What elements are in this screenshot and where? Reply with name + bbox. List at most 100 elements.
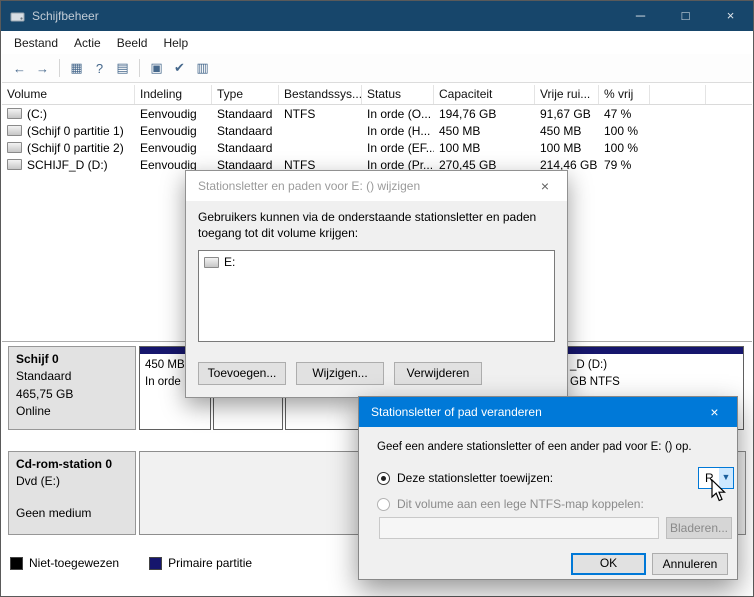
column-header-status[interactable]: Status xyxy=(362,85,434,104)
volume-table: Volume Indeling Type Bestandssys... Stat… xyxy=(2,85,752,173)
radio-assign-label: Deze stationsletter toewijzen: xyxy=(397,471,554,485)
column-header-pct-vrij[interactable]: % vrij xyxy=(599,85,650,104)
cell-pct: 100 % xyxy=(604,123,639,138)
column-header-capaciteit[interactable]: Capaciteit xyxy=(434,85,535,104)
close-icon[interactable]: × xyxy=(523,171,567,201)
mount-path-input[interactable] xyxy=(379,517,659,539)
add-button[interactable]: Toevoegen... xyxy=(198,362,286,386)
disk-status: Online xyxy=(16,404,51,419)
disk0-label-panel[interactable]: Schijf 0 Standaard 465,75 GB Online xyxy=(8,346,136,430)
cdrom-status: Geen medium xyxy=(16,505,92,520)
drive-paths-dialog: Stationsletter en paden voor E: () wijzi… xyxy=(185,170,568,398)
column-header-bestandssysteem[interactable]: Bestandssys... xyxy=(279,85,362,104)
disk-kind: Standaard xyxy=(16,369,72,384)
minimize-button[interactable]: ─ xyxy=(618,1,663,31)
disk-name: Schijf 0 xyxy=(16,352,59,366)
menu-actie[interactable]: Actie xyxy=(66,33,109,53)
cell-vrij: 450 MB xyxy=(540,123,582,138)
column-header-volume[interactable]: Volume xyxy=(2,85,135,104)
ok-button[interactable]: OK xyxy=(571,553,646,575)
menu-bestand[interactable]: Bestand xyxy=(6,33,66,53)
remove-button[interactable]: Verwijderen xyxy=(394,362,482,386)
forward-icon[interactable]: → xyxy=(31,57,54,79)
assign-letter-option[interactable]: Deze stationsletter toewijzen: xyxy=(377,471,553,485)
list-view-icon[interactable]: ▤ xyxy=(111,57,134,79)
cell-type: Standaard xyxy=(217,106,273,121)
radio-assign-letter[interactable] xyxy=(377,471,390,485)
unallocated-swatch-icon xyxy=(10,556,23,570)
drive-icon xyxy=(204,256,219,268)
dialog-description: Geef een andere stationsletter of een an… xyxy=(377,441,692,453)
column-header-filler xyxy=(706,85,752,104)
table-row[interactable]: (C:) Eenvoudig Standaard NTFS In orde (O… xyxy=(2,105,752,122)
legend-unallocated: Niet-toegewezen xyxy=(10,556,119,570)
cell-status: In orde (H... xyxy=(367,123,431,138)
menu-help[interactable]: Help xyxy=(155,33,196,53)
dialog-title-bar: Stationsletter en paden voor E: () wijzi… xyxy=(186,171,567,201)
partition-label: _D (D:) xyxy=(570,359,608,371)
table-header: Volume Indeling Type Bestandssys... Stat… xyxy=(2,85,752,105)
volume-name: (Schijf 0 partitie 1) xyxy=(27,123,124,138)
close-button[interactable]: × xyxy=(708,1,753,31)
cdrom-kind: Dvd (E:) xyxy=(16,474,61,489)
change-button[interactable]: Wijzigen... xyxy=(296,362,384,386)
menu-beeld[interactable]: Beeld xyxy=(109,33,156,53)
column-header-vrije-ruimte[interactable]: Vrije rui... xyxy=(535,85,599,104)
table-row[interactable]: (Schijf 0 partitie 1) Eenvoudig Standaar… xyxy=(2,122,752,139)
disk-size: 465,75 GB xyxy=(16,386,74,401)
cell-pct: 79 % xyxy=(604,157,632,172)
toolbar: ← → ▦ ? ▤ ▣ ✔ ▥ xyxy=(2,54,752,83)
cell-indeling: Eenvoudig xyxy=(140,106,197,121)
maximize-button[interactable]: □ xyxy=(663,1,708,31)
mount-folder-option[interactable]: Dit volume aan een lege NTFS-map koppele… xyxy=(377,497,644,511)
legend-label: Primaire partitie xyxy=(168,556,253,570)
back-icon[interactable]: ← xyxy=(8,57,31,79)
cell-status: In orde (O... xyxy=(367,106,432,121)
browse-button[interactable]: Bladeren... xyxy=(666,517,732,539)
change-letter-dialog: Stationsletter of pad veranderen × Geef … xyxy=(358,396,738,580)
title-bar: Schijfbeheer ─ □ × xyxy=(1,1,753,31)
volume-name: SCHIJF_D (D:) xyxy=(27,157,108,172)
drive-letter-listbox[interactable]: E: xyxy=(198,250,555,343)
cell-capaciteit: 100 MB xyxy=(439,140,481,155)
cell-capaciteit: 194,76 GB xyxy=(439,106,497,121)
column-header-indeling[interactable]: Indeling xyxy=(135,85,212,104)
console-tree-icon[interactable]: ▦ xyxy=(65,57,88,79)
column-header-empty[interactable] xyxy=(650,85,706,104)
drive-icon xyxy=(7,125,22,136)
primary-partition-swatch-icon xyxy=(149,556,163,570)
list-item[interactable]: E: xyxy=(201,253,552,271)
drive-icon xyxy=(7,159,22,170)
close-icon[interactable]: × xyxy=(692,397,737,427)
column-header-type[interactable]: Type xyxy=(212,85,279,104)
drive-icon xyxy=(7,108,22,119)
legend-label: Niet-toegewezen xyxy=(29,556,120,570)
dialog-description: Gebruikers kunnen via de onderstaande st… xyxy=(198,210,537,241)
cell-type: Standaard xyxy=(217,140,273,155)
toolbar-separator xyxy=(59,59,60,77)
radio-mount-label: Dit volume aan een lege NTFS-map koppele… xyxy=(397,497,644,511)
cancel-button[interactable]: Annuleren xyxy=(652,553,728,575)
action-icon[interactable]: ▣ xyxy=(145,57,168,79)
cell-indeling: Eenvoudig xyxy=(140,140,197,155)
help-icon[interactable]: ? xyxy=(88,57,111,79)
radio-mount-folder[interactable] xyxy=(377,497,390,511)
app-icon xyxy=(10,10,25,23)
dialog-title-bar: Stationsletter of pad veranderen × xyxy=(359,397,737,427)
cell-vrij: 100 MB xyxy=(540,140,582,155)
cell-capaciteit: 450 MB xyxy=(439,123,481,138)
cdrom-name: Cd-rom-station 0 xyxy=(16,457,112,471)
volume-name: (Schijf 0 partitie 2) xyxy=(27,140,124,155)
table-row[interactable]: (Schijf 0 partitie 2) Eenvoudig Standaar… xyxy=(2,139,752,156)
properties-icon[interactable]: ▥ xyxy=(191,57,214,79)
cell-pct: 100 % xyxy=(604,140,639,155)
menu-bar: Bestand Actie Beeld Help xyxy=(2,31,752,54)
cell-pct: 47 % xyxy=(604,106,632,121)
drive-letter-entry: E: xyxy=(224,255,236,270)
drive-icon xyxy=(7,142,22,153)
cdrom-label-panel[interactable]: Cd-rom-station 0 Dvd (E:) Geen medium xyxy=(8,451,136,535)
check-disk-icon[interactable]: ✔ xyxy=(168,57,191,79)
cell-fs: NTFS xyxy=(284,106,316,121)
mouse-cursor xyxy=(711,478,729,508)
dialog-title: Stationsletter of pad veranderen xyxy=(371,405,542,419)
